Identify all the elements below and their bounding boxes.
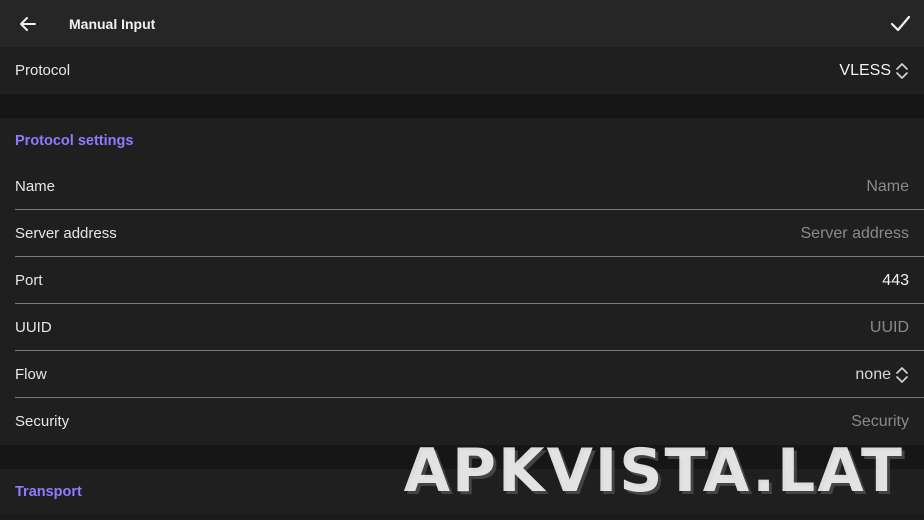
back-button[interactable] xyxy=(16,12,40,36)
section-gap xyxy=(0,445,924,469)
port-row[interactable]: Port 443 xyxy=(0,257,924,304)
check-icon xyxy=(890,15,911,32)
name-label: Name xyxy=(15,178,56,195)
arrow-left-icon xyxy=(20,16,36,31)
security-input[interactable]: Security xyxy=(851,413,909,431)
protocol-settings-header: Protocol settings xyxy=(0,118,924,163)
confirm-button[interactable] xyxy=(888,11,912,35)
port-input[interactable]: 443 xyxy=(882,272,909,290)
section-gap xyxy=(0,94,924,118)
flow-select[interactable]: none xyxy=(855,366,909,384)
server-address-row[interactable]: Server address Server address xyxy=(0,210,924,257)
uuid-row[interactable]: UUID UUID xyxy=(0,304,924,351)
name-row[interactable]: Name Name xyxy=(0,163,924,210)
flow-value: none xyxy=(855,365,891,383)
uuid-input[interactable]: UUID xyxy=(870,319,909,337)
security-label: Security xyxy=(15,413,70,430)
protocol-value: VLESS xyxy=(839,61,891,79)
flow-label: Flow xyxy=(15,366,47,383)
protocol-label: Protocol xyxy=(15,62,71,79)
unfold-icon xyxy=(896,366,908,383)
page-title: Manual Input xyxy=(69,15,156,32)
port-label: Port xyxy=(15,272,43,289)
server-address-label: Server address xyxy=(15,225,117,242)
protocol-select[interactable]: VLESS xyxy=(839,62,909,80)
server-address-input[interactable]: Server address xyxy=(801,225,910,243)
name-input[interactable]: Name xyxy=(866,178,909,196)
top-app-bar: Manual Input xyxy=(0,0,924,47)
flow-row[interactable]: Flow none xyxy=(0,351,924,398)
security-row[interactable]: Security Security xyxy=(0,398,924,445)
protocol-row[interactable]: Protocol VLESS xyxy=(0,47,924,94)
uuid-label: UUID xyxy=(15,319,52,336)
transport-header: Transport xyxy=(0,469,924,514)
unfold-icon xyxy=(896,62,908,79)
